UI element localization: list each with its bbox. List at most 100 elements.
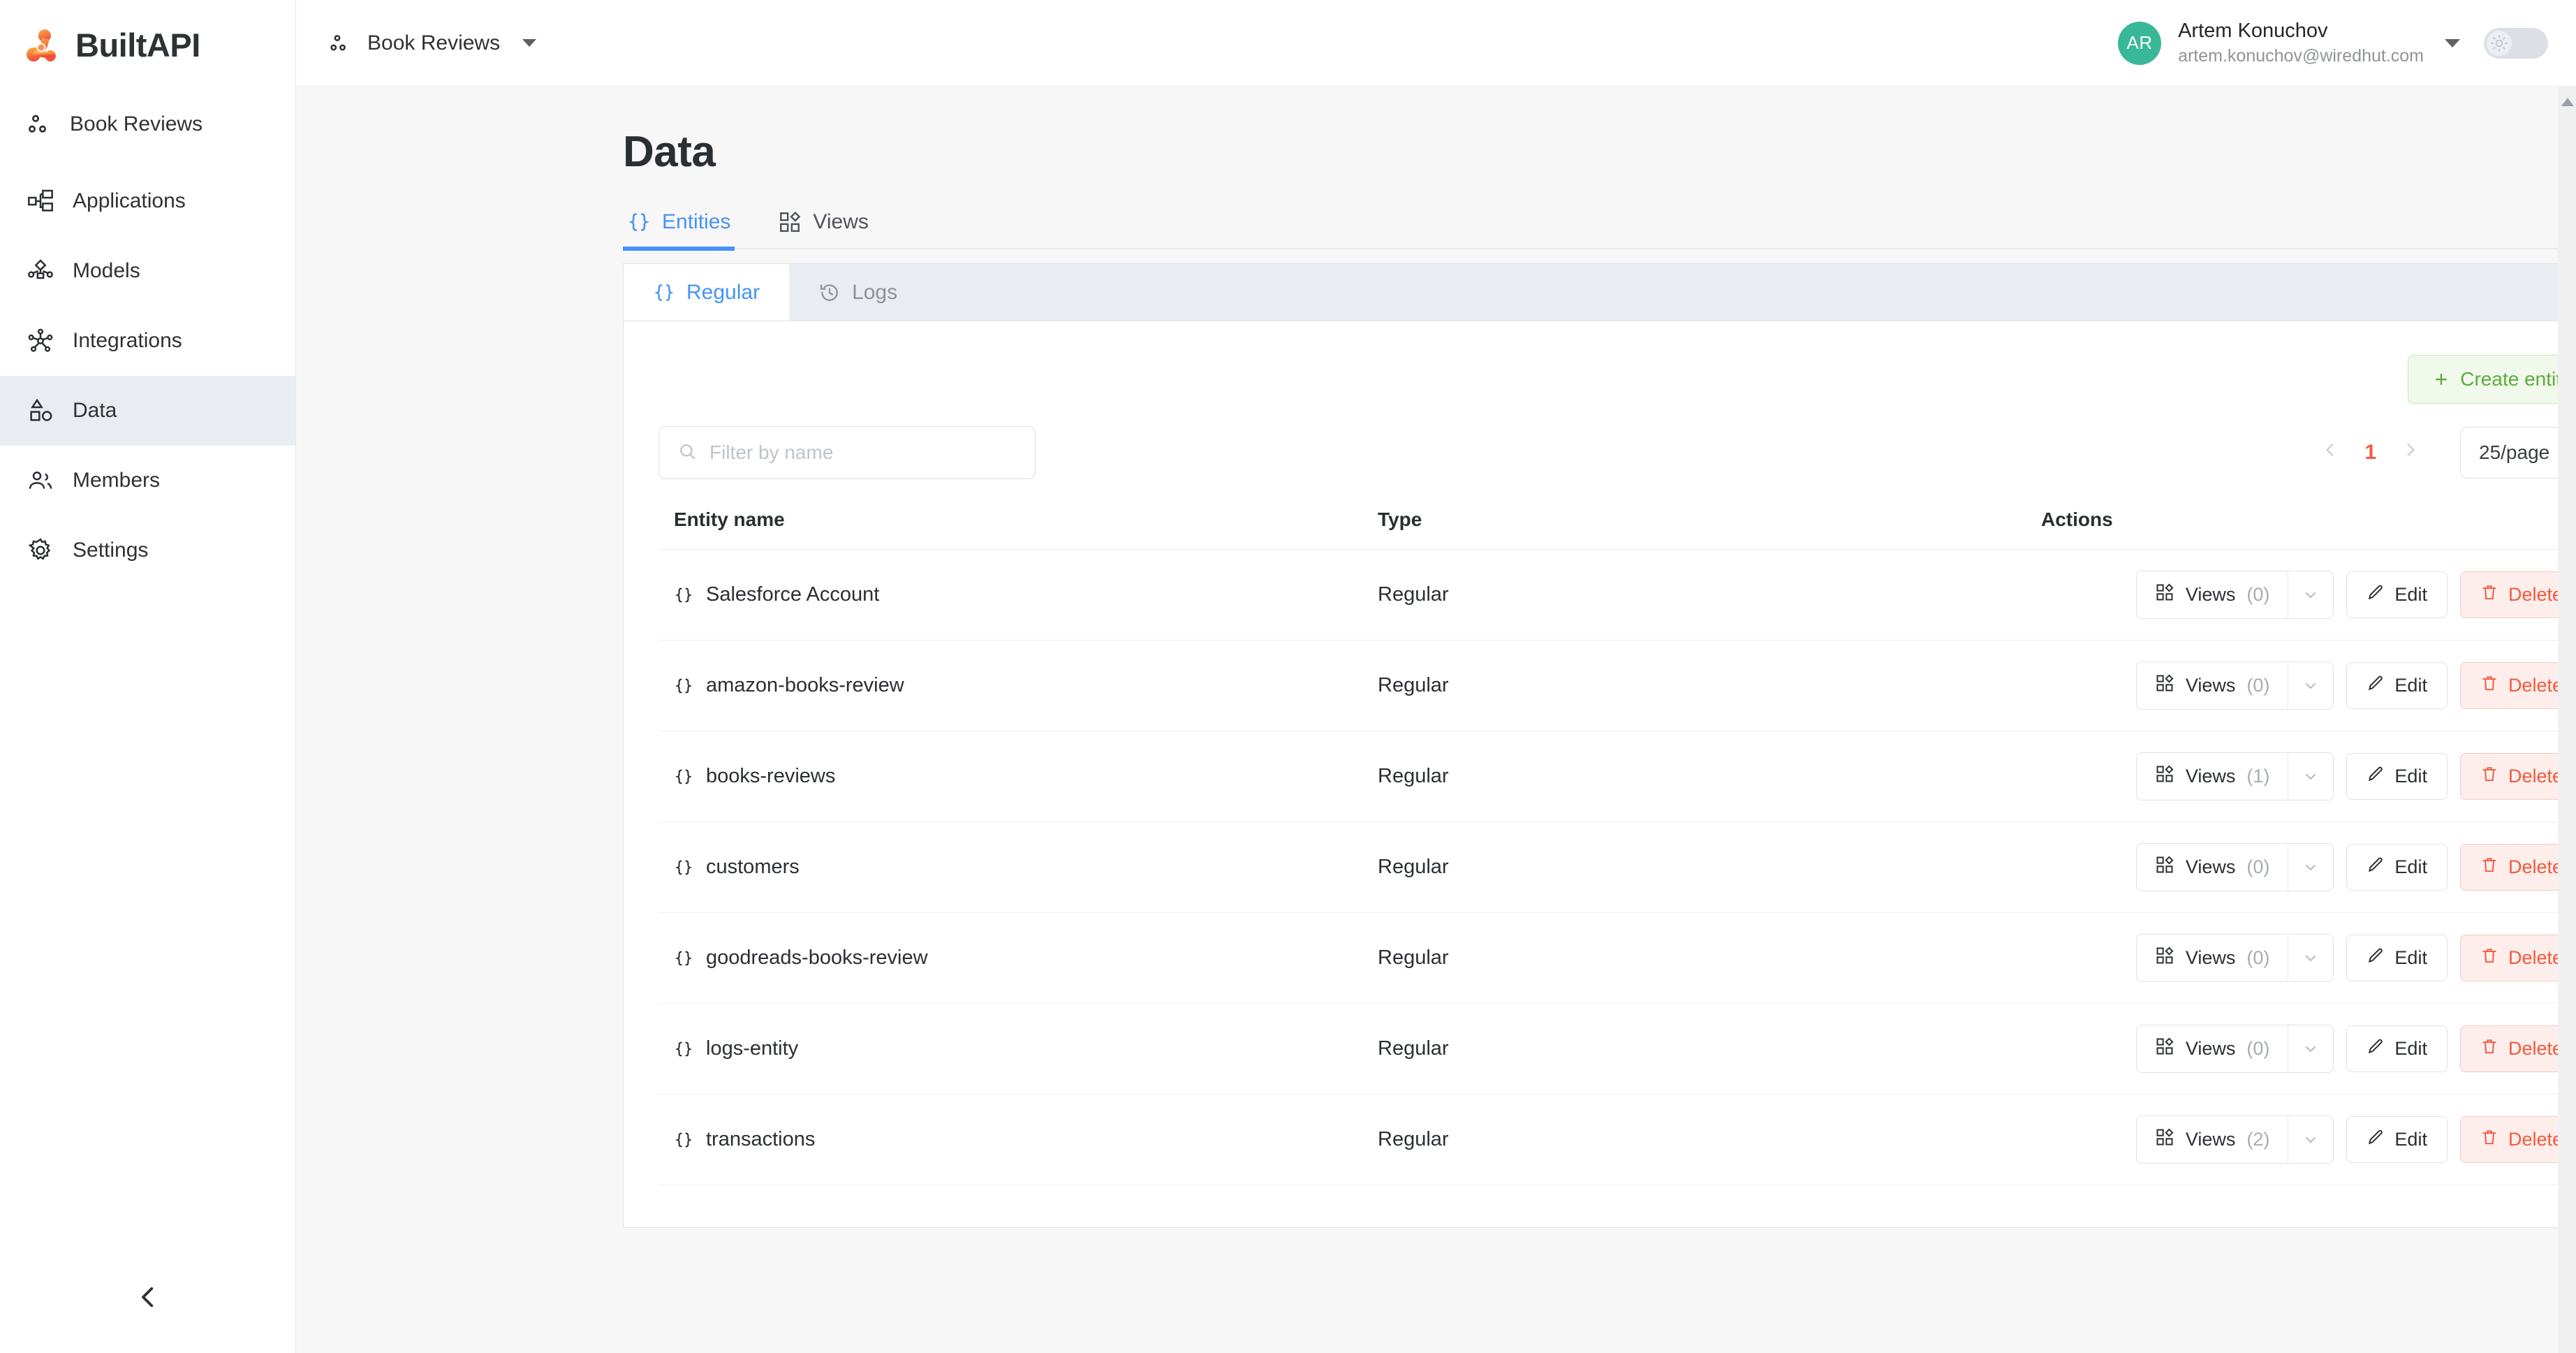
braces-icon <box>674 1039 693 1059</box>
sidebar-collapse-button[interactable] <box>0 1282 296 1315</box>
views-dropdown-toggle[interactable] <box>2288 662 2333 709</box>
models-icon <box>27 257 54 285</box>
cell-actions: Views (0) Edit Delete <box>2041 1003 2576 1095</box>
braces-icon <box>627 210 651 234</box>
edit-button[interactable]: Edit <box>2346 753 2448 800</box>
cell-actions: Views (0) Edit Delete <box>2041 912 2576 1004</box>
cell-actions: Views (2) Edit Delete <box>2041 1094 2576 1185</box>
subtab-label: Logs <box>852 280 898 304</box>
table-row: customers Regular Views (0) Edit Delete <box>658 821 2576 913</box>
views-count: (0) <box>2246 947 2270 968</box>
project-switcher-label: Book Reviews <box>367 31 501 54</box>
panel-body: + Create entity Filter by name 1 25/page… <box>624 321 2576 1227</box>
sidebar-item-members[interactable]: Members <box>0 446 295 515</box>
delete-label: Delete <box>2508 947 2563 968</box>
sidebar-item-models[interactable]: Models <box>0 236 295 306</box>
sidebar-project[interactable]: Book Reviews <box>0 89 295 159</box>
scroll-up-arrow-icon[interactable] <box>2561 98 2574 106</box>
brand-logo[interactable]: BuiltAPI <box>0 0 295 89</box>
views-button[interactable]: Views (0) <box>2135 1025 2334 1073</box>
grid-icon <box>2155 1127 2174 1152</box>
braces-icon <box>674 585 693 605</box>
views-button[interactable]: Views (0) <box>2135 934 2334 982</box>
views-button[interactable]: Views (1) <box>2135 752 2334 800</box>
delete-label: Delete <box>2508 1129 2563 1150</box>
grid-icon <box>778 210 802 234</box>
views-button[interactable]: Views (2) <box>2135 1116 2334 1164</box>
views-dropdown-toggle[interactable] <box>2288 571 2333 618</box>
sun-icon <box>2487 30 2512 56</box>
views-dropdown-toggle[interactable] <box>2288 1025 2333 1072</box>
entity-name-label: transactions <box>706 1128 816 1150</box>
views-dropdown-toggle[interactable] <box>2288 753 2333 800</box>
page-content: Data Entities Views Regular Logs + Creat… <box>296 87 2576 1353</box>
create-entity-button[interactable]: + Create entity <box>2407 355 2576 404</box>
views-label: Views <box>2185 856 2236 877</box>
user-menu[interactable]: AR Artem Konuchov artem.konuchov@wiredhu… <box>2118 20 2460 66</box>
sidebar-item-label: Settings <box>73 539 149 562</box>
views-dropdown-toggle[interactable] <box>2288 844 2333 891</box>
sidebar-item-applications[interactable]: Applications <box>0 166 295 236</box>
tab-entities[interactable]: Entities <box>623 210 735 251</box>
edit-button[interactable]: Edit <box>2346 935 2448 981</box>
theme-toggle[interactable] <box>2484 27 2548 59</box>
app-root: BuiltAPI Book Reviews Applications Model… <box>0 0 2576 1353</box>
table-row: logs-entity Regular Views (0) Edit Delete <box>658 1003 2576 1095</box>
grid-icon <box>2155 764 2174 789</box>
cell-entity-type: Regular <box>1378 821 2041 913</box>
views-dropdown-toggle[interactable] <box>2288 935 2333 981</box>
views-button[interactable]: Views (0) <box>2135 661 2334 710</box>
entity-name-label: Salesforce Account <box>706 583 880 606</box>
pagination-page-1[interactable]: 1 <box>2364 441 2376 465</box>
views-button[interactable]: Views (0) <box>2135 571 2334 619</box>
entity-name-label: customers <box>706 856 800 878</box>
delete-label: Delete <box>2508 856 2563 877</box>
pencil-icon <box>2367 674 2385 697</box>
sidebar-item-integrations[interactable]: Integrations <box>0 306 295 376</box>
sidebar-item-settings[interactable]: Settings <box>0 515 295 585</box>
cell-entity-name: transactions <box>658 1094 1378 1185</box>
edit-button[interactable]: Edit <box>2346 662 2448 709</box>
grid-icon <box>2155 673 2174 698</box>
edit-button[interactable]: Edit <box>2346 1116 2448 1163</box>
create-entity-label: Create entity <box>2460 368 2571 390</box>
sidebar-item-label: Data <box>73 399 117 422</box>
subtab-regular[interactable]: Regular <box>624 264 790 321</box>
edit-button[interactable]: Edit <box>2346 571 2448 618</box>
table-row: Salesforce Account Regular Views (0) Edit Del… <box>658 549 2576 641</box>
edit-label: Edit <box>2394 1129 2427 1150</box>
views-count: (0) <box>2246 584 2270 605</box>
pagination-prev-button[interactable] <box>2314 441 2346 465</box>
entity-name-label: goodreads-books-review <box>706 946 928 969</box>
sidebar-item-data[interactable]: Data <box>0 376 295 446</box>
views-count: (0) <box>2246 856 2270 877</box>
caret-down-icon <box>522 39 537 47</box>
views-dropdown-toggle[interactable] <box>2288 1116 2333 1163</box>
sidebar-nav: Applications Models Integrations Data Me… <box>0 166 295 585</box>
column-header-actions: Actions <box>2041 509 2576 550</box>
filter-input-placeholder: Filter by name <box>709 441 834 463</box>
tab-views[interactable]: Views <box>774 210 872 248</box>
entity-name-label: books-reviews <box>706 765 836 787</box>
project-switcher[interactable]: Book Reviews <box>327 31 537 56</box>
edit-button[interactable]: Edit <box>2346 844 2448 891</box>
edit-label: Edit <box>2394 947 2427 968</box>
topbar: Book Reviews AR Artem Konuchov artem.kon… <box>296 0 2576 87</box>
delete-label: Delete <box>2508 1038 2563 1059</box>
page-size-value: 25/page <box>2479 441 2550 463</box>
pagination-next-button[interactable] <box>2394 441 2427 465</box>
views-button[interactable]: Views (0) <box>2135 843 2334 891</box>
cell-entity-type: Regular <box>1378 1003 2041 1095</box>
user-name: Artem Konuchov <box>2178 20 2328 43</box>
subtab-logs[interactable]: Logs <box>789 264 927 321</box>
pencil-icon <box>2367 1128 2385 1151</box>
edit-label: Edit <box>2394 1038 2427 1059</box>
cell-entity-type: Regular <box>1378 549 2041 641</box>
avatar: AR <box>2118 21 2162 65</box>
filter-input[interactable]: Filter by name <box>658 426 1036 479</box>
page-scrollbar[interactable] <box>2558 87 2576 1353</box>
views-count: (0) <box>2246 675 2270 696</box>
table-head: Entity name Type Actions <box>658 509 2576 550</box>
edit-button[interactable]: Edit <box>2346 1025 2448 1072</box>
table-header-row: Entity name Type Actions <box>658 509 2576 550</box>
